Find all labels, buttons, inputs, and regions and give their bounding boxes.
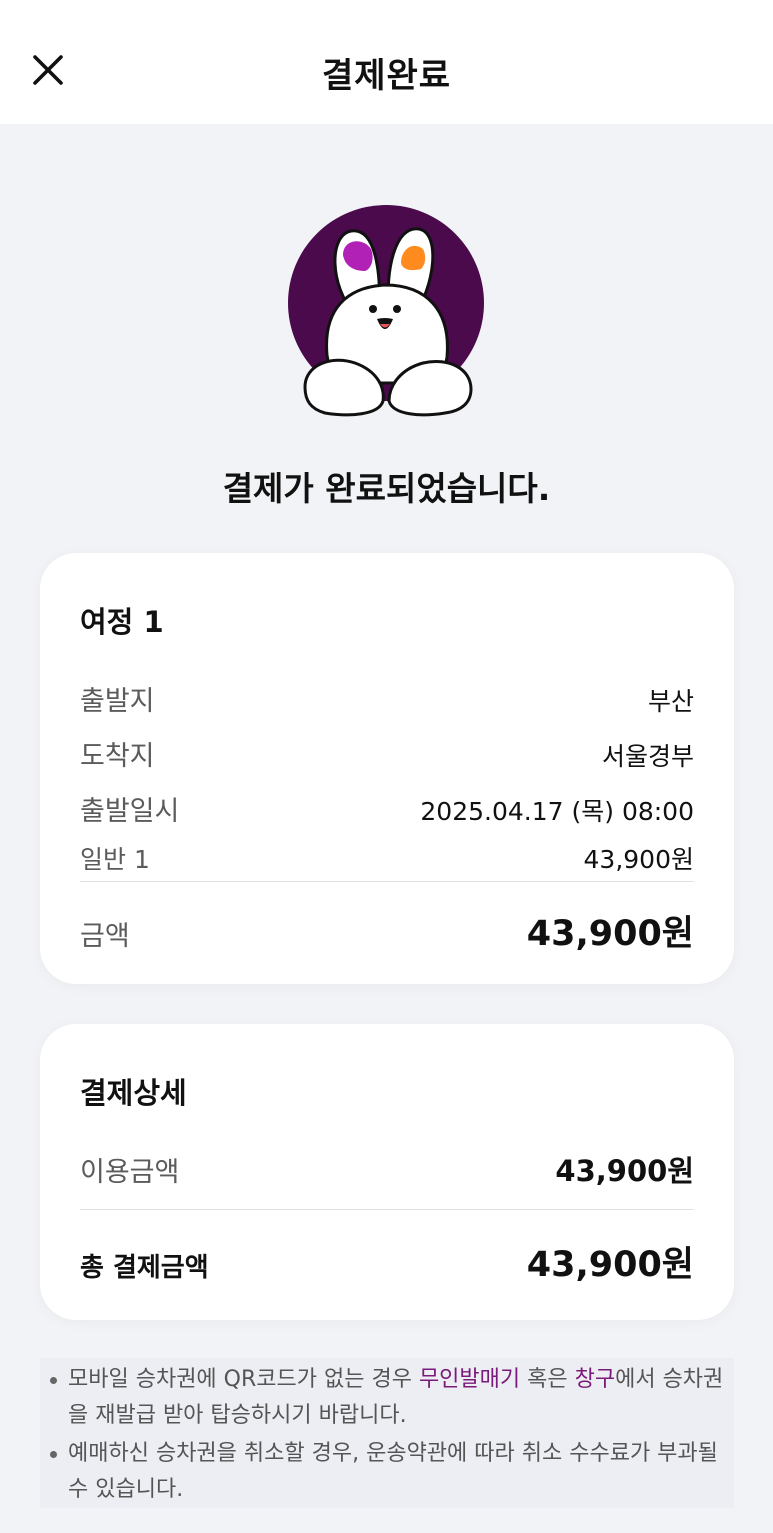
usage-value: 43,900원 xyxy=(555,1154,694,1188)
trip-row-arrival: 도착지 서울경부 xyxy=(80,734,694,773)
trip-row-datetime: 출발일시 2025.04.17 (목) 08:00 xyxy=(80,789,694,828)
row-label: 출발일시 xyxy=(80,796,180,827)
notice-box: 모바일 승차권에 QR코드가 없는 경우 무인발매기 혹은 창구에서 승차권을 … xyxy=(40,1358,734,1508)
rabbit-mascot-icon xyxy=(285,205,490,425)
trip-row-departure: 출발지 부산 xyxy=(80,679,694,718)
divider xyxy=(80,881,694,882)
total-value: 43,900원 xyxy=(526,1245,694,1285)
kiosk-link[interactable]: 무인발매기 xyxy=(419,1367,520,1392)
trip-row-amount: 금액 43,900원 xyxy=(80,905,694,956)
divider xyxy=(80,1209,694,1210)
payment-title: 결제상세 xyxy=(80,1076,187,1110)
row-value: 서울경부 xyxy=(601,742,694,771)
payment-detail-card: 결제상세 이용금액 43,900원 총 결제금액 43,900원 xyxy=(40,1024,734,1320)
total-label: 총 결제금액 xyxy=(80,1253,209,1283)
header: 결제완료 xyxy=(0,0,773,124)
page-title: 결제완료 xyxy=(321,56,452,96)
row-label: 도착지 xyxy=(80,741,155,772)
trip-title: 여정 1 xyxy=(80,605,164,639)
notice-item-reissue: 모바일 승차권에 QR코드가 없는 경우 무인발매기 혹은 창구에서 승차권을 … xyxy=(48,1362,724,1434)
notice-text: 예매하신 승차권을 취소할 경우, 운송약관에 따라 취소 수수료가 부과될 수… xyxy=(68,1441,718,1502)
amount-label: 금액 xyxy=(80,921,130,952)
complete-message: 결제가 완료되었습니다. xyxy=(222,469,551,508)
row-value: 43,900원 xyxy=(583,845,694,874)
row-value: 2025.04.17 (목) 08:00 xyxy=(420,797,694,826)
row-label: 일반 1 xyxy=(80,845,150,874)
trip-row-fare: 일반 1 43,900원 xyxy=(80,840,694,876)
payment-row-total: 총 결제금액 43,900원 xyxy=(80,1236,694,1287)
notice-text: 혹은 xyxy=(520,1367,575,1392)
usage-label: 이용금액 xyxy=(80,1157,180,1188)
row-label: 출발지 xyxy=(80,686,155,717)
notice-item-cancel-fee: 예매하신 승차권을 취소할 경우, 운송약관에 따라 취소 수수료가 부과될 수… xyxy=(48,1436,724,1508)
amount-value: 43,900원 xyxy=(526,914,694,954)
counter-link[interactable]: 창구 xyxy=(575,1367,615,1392)
row-value: 부산 xyxy=(647,687,694,716)
trip-card: 여정 1 출발지 부산 도착지 서울경부 출발일시 2025.04.17 (목)… xyxy=(40,553,734,984)
notice-text: 모바일 승차권에 QR코드가 없는 경우 xyxy=(68,1367,419,1392)
payment-row-usage: 이용금액 43,900원 xyxy=(80,1148,694,1190)
